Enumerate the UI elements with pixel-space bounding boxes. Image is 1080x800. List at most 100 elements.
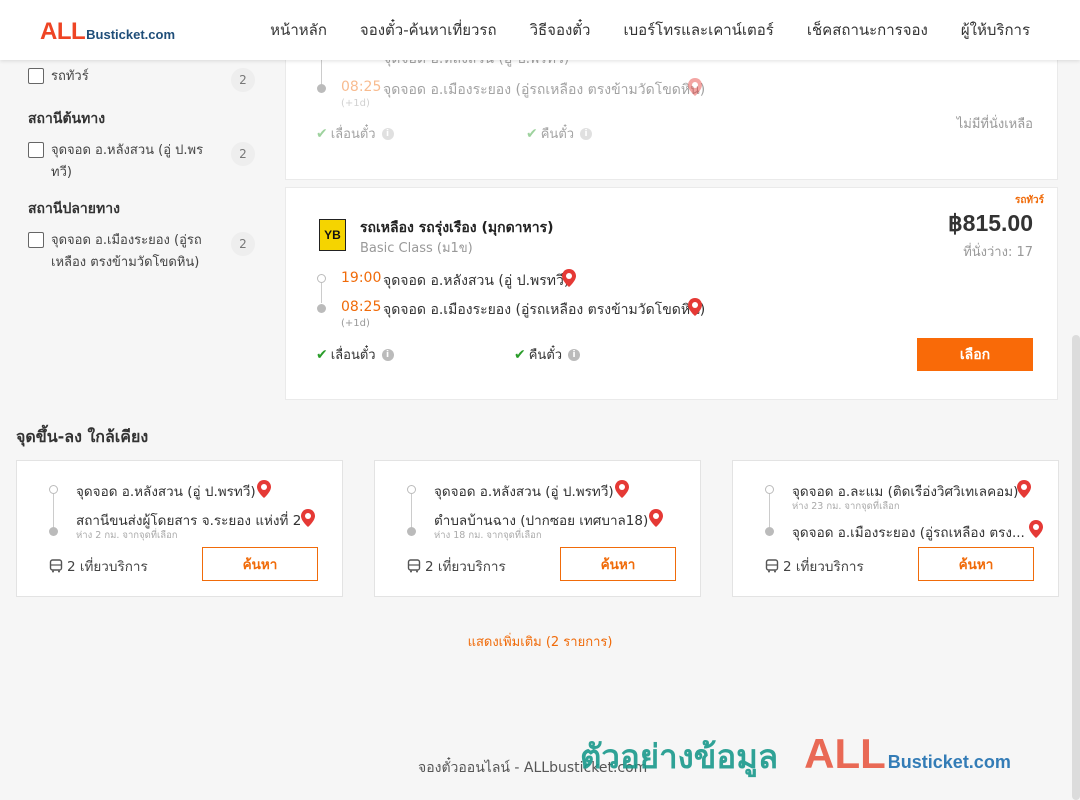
feature-label: เลื่อนตั๋ว [330, 127, 376, 142]
filter-destination-item[interactable]: จุดจอด อ.เมืองระยอง (อู่รถเหลือง ตรงข้าม… [28, 230, 263, 274]
filter-origin-item[interactable]: จุดจอด อ.หลังสวน (อู่ ป.พรทวี) 2 [28, 140, 263, 184]
map-pin-icon[interactable] [301, 509, 315, 531]
nearby-section-title: จุดขึ้น-ลง ใกล้เคียง [16, 427, 149, 446]
nav-operators[interactable]: ผู้ให้บริการ [961, 18, 1030, 42]
trips-label: 2 เที่ยวบริการ [67, 559, 148, 575]
check-icon: ✔ [316, 346, 328, 363]
nearby-search-button[interactable]: ค้นหา [918, 547, 1034, 581]
nearby-distance: ห่าง 2 กม. จากจุดที่เลือก [76, 530, 178, 541]
nav-book-search[interactable]: จองตั๋ว-ค้นหาเที่ยวรถ [360, 18, 497, 42]
seats-available: ที่นั่งว่าง: 17 [963, 245, 1033, 260]
feature-label: คืนตั๋ว [528, 348, 563, 363]
arrival-time: 08:25 [341, 79, 382, 95]
feature-reschedule: ✔ เลื่อนตั๋ว i [316, 123, 394, 144]
nav-home[interactable]: หน้าหลัก [270, 18, 327, 42]
timeline-dot [317, 304, 326, 313]
no-seats-status: ไม่มีที่นั่งเหลือ [956, 117, 1033, 132]
logo-all-text: ALL [40, 18, 86, 45]
select-trip-button[interactable]: เลือก [917, 338, 1033, 371]
timeline-dot [765, 485, 774, 494]
map-pin-icon[interactable] [688, 298, 702, 320]
info-icon[interactable]: i [381, 127, 394, 140]
ticket-price: ฿815.00 [948, 210, 1033, 236]
info-icon[interactable]: i [580, 127, 593, 140]
show-more-link[interactable]: แสดงเพิ่มเติม (2 รายการ) [0, 631, 1080, 652]
arrival-time: 08:25 [341, 299, 382, 315]
nearby-distance: ห่าง 18 กม. จากจุดที่เลือก [434, 530, 542, 541]
feature-label: เลื่อนตั๋ว [330, 348, 376, 363]
nearby-to-stop: จุดจอด อ.เมืองระยอง (อู่รถเหลือง ตรง... [792, 525, 1025, 541]
bus-type-tag: รถทัวร์ [1014, 195, 1044, 206]
trip-card-sold-out: 19:00 จุดจอด อ.หลังสวน (อู่ ป.พรทวี) 08:… [285, 48, 1058, 180]
nav-how-to-book[interactable]: วิธีจองตั๋ว [530, 18, 591, 42]
feature-refund: ✔ คืนตั๋ว i [514, 344, 581, 365]
filter-bus-type[interactable]: รถทัวร์ 2 [28, 66, 263, 92]
count-badge: 2 [231, 232, 255, 256]
plus-day: (+1d) [341, 98, 370, 109]
watermark-thai-text: ตัวอย่างข้อมูล [580, 737, 779, 776]
bus-class: Basic Class (ม1ข) [360, 241, 473, 256]
arrival-stop: จุดจอด อ.เมืองระยอง (อู่รถเหลือง ตรงข้าม… [383, 302, 706, 318]
nearby-trips: 2 เที่ยวบริการ [49, 555, 148, 577]
filter-label: จุดจอด อ.หลังสวน (อู่ ป.พรทวี) [51, 143, 204, 180]
check-icon: ✔ [316, 125, 328, 142]
page-scrollbar[interactable] [1072, 335, 1080, 800]
nearby-card: จุดจอด อ.ละแม (ติดเรือ่งวิศวิเทเลคอม) ห่… [732, 460, 1059, 597]
nearby-card: จุดจอด อ.หลังสวน (อู่ ป.พรทวี) ตำบลบ้านฉ… [374, 460, 701, 597]
check-icon: ✔ [514, 346, 526, 363]
nav-contact-counter[interactable]: เบอร์โทรและเคาน์เตอร์ [623, 18, 773, 42]
destination-filter-title: สถานีปลายทาง [28, 201, 120, 217]
filter-sidebar: รถทัวร์ 2 สถานีต้นทาง จุดจอด อ.หลังสวน (… [28, 60, 263, 274]
info-icon[interactable]: i [568, 348, 581, 361]
nearby-search-button[interactable]: ค้นหา [202, 547, 318, 581]
departure-stop: จุดจอด อ.หลังสวน (อู่ ป.พรทวี) [383, 273, 570, 289]
map-pin-icon[interactable] [257, 480, 271, 502]
filter-label: จุดจอด อ.เมืองระยอง (อู่รถเหลือง ตรงข้าม… [51, 233, 202, 270]
watermark-logo-all: ALL [804, 730, 886, 777]
nearby-distance: ห่าง 23 กม. จากจุดที่เลือก [792, 501, 900, 512]
top-header: ALL Busticket.com หน้าหลัก จองตั๋ว-ค้นหา… [0, 0, 1080, 60]
trips-label: 2 เที่ยวบริการ [783, 559, 864, 575]
operator-name: รถเหลือง รถรุ่งเรือง (มุกดาหาร) [360, 220, 554, 236]
nearby-search-button[interactable]: ค้นหา [560, 547, 676, 581]
timeline-line [321, 283, 322, 303]
map-pin-icon[interactable] [1017, 480, 1031, 502]
feature-refund: ✔ คืนตั๋ว i [526, 123, 593, 144]
count-badge: 2 [231, 142, 255, 166]
map-pin-icon[interactable] [1029, 520, 1043, 542]
timeline-dot [407, 527, 416, 536]
nearby-trips: 2 เที่ยวบริการ [407, 555, 506, 577]
operator-logo: YB [319, 219, 346, 251]
bus-type-checkbox[interactable] [28, 68, 44, 84]
sample-data-watermark: ตัวอย่างข้อมูล ALL Busticket.com [580, 730, 1011, 783]
filter-label: รถทัวร์ [51, 69, 89, 84]
nearby-from-stop: จุดจอด อ.หลังสวน (อู่ ป.พรทวี) [76, 484, 256, 500]
map-pin-icon[interactable] [615, 480, 629, 502]
bus-icon [765, 559, 779, 573]
feature-reschedule: ✔ เลื่อนตั๋ว i [316, 344, 394, 365]
info-icon[interactable]: i [381, 348, 394, 361]
origin-checkbox[interactable] [28, 142, 44, 158]
nav-booking-status[interactable]: เช็คสถานะการจอง [807, 18, 928, 42]
plus-day: (+1d) [341, 318, 370, 329]
map-pin-icon[interactable] [688, 78, 702, 100]
nearby-trips: 2 เที่ยวบริการ [765, 555, 864, 577]
map-pin-icon[interactable] [649, 509, 663, 531]
site-logo[interactable]: ALL Busticket.com [40, 18, 175, 46]
watermark-logo-rest: Busticket.com [887, 752, 1011, 772]
timeline-line [769, 494, 770, 528]
trips-label: 2 เที่ยวบริการ [425, 559, 506, 575]
bus-icon [49, 559, 63, 573]
departure-time: 19:00 [341, 270, 382, 286]
map-pin-icon[interactable] [562, 269, 576, 291]
logo-busticket-text: Busticket.com [86, 27, 176, 42]
nearby-from-stop: จุดจอด อ.หลังสวน (อู่ ป.พรทวี) [434, 484, 614, 500]
nearby-card: จุดจอด อ.หลังสวน (อู่ ป.พรทวี) สถานีขนส่… [16, 460, 343, 597]
check-icon: ✔ [526, 125, 538, 142]
timeline-dot [317, 84, 326, 93]
timeline-line [53, 494, 54, 528]
destination-checkbox[interactable] [28, 232, 44, 248]
bus-icon [407, 559, 421, 573]
timeline-dot [49, 527, 58, 536]
timeline-dot [49, 485, 58, 494]
